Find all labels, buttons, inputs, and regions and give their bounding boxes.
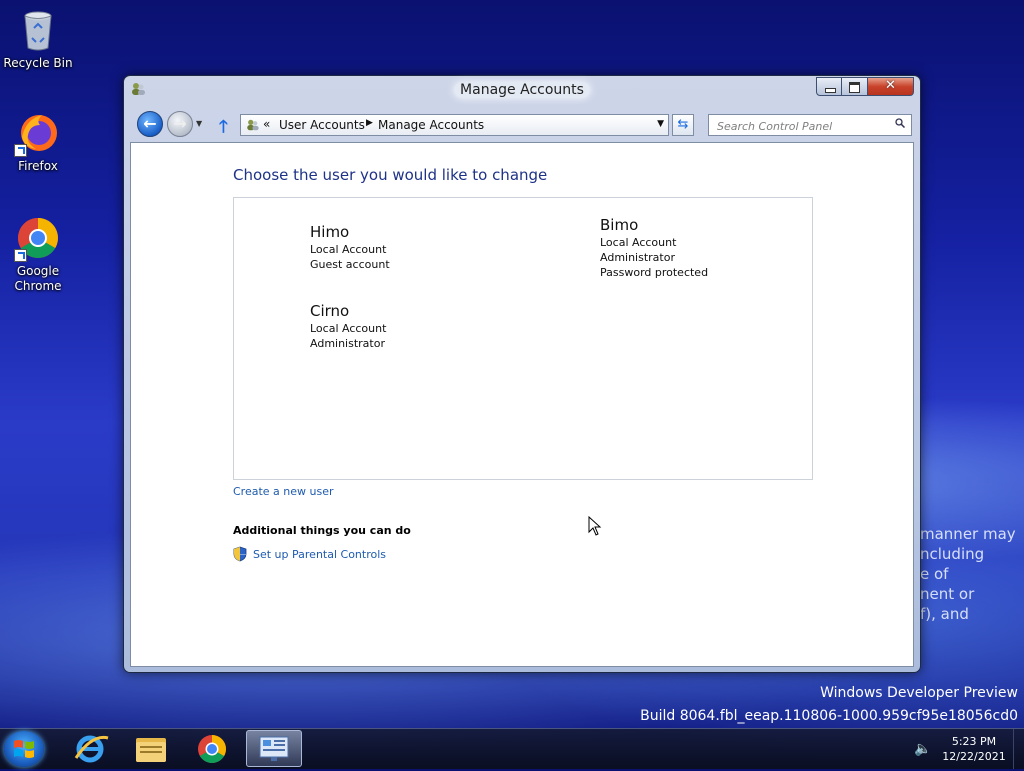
mouse-cursor-icon (588, 516, 602, 536)
additional-things-heading: Additional things you can do (233, 524, 411, 537)
user-accounts-icon (247, 119, 259, 131)
breadcrumb-overflow-chevron[interactable]: « (263, 117, 270, 131)
desktop-icon-firefox[interactable]: Firefox (0, 111, 76, 174)
account-tile-himo[interactable]: Himo Local Account Guest account (310, 222, 390, 272)
account-detail: Administrator (600, 251, 675, 264)
breadcrumb-manage-accounts[interactable]: Manage Accounts (378, 118, 484, 132)
account-detail: Guest account (310, 258, 390, 271)
taskbar-file-explorer[interactable] (122, 730, 178, 767)
arrow-left-icon: ← (143, 114, 157, 133)
clock-time: 5:23 PM (951, 735, 997, 748)
parental-controls-label: Set up Parental Controls (253, 548, 387, 561)
parental-controls-link[interactable]: Set up Parental Controls (233, 546, 386, 562)
account-name: Himo (310, 223, 350, 241)
maximize-button[interactable] (842, 77, 868, 96)
show-desktop-button[interactable] (1013, 729, 1024, 769)
close-icon: ✕ (885, 78, 896, 93)
close-button[interactable]: ✕ (868, 77, 914, 96)
arrow-right-icon: → (173, 114, 187, 133)
search-input[interactable] (715, 116, 889, 137)
watermark-title: Windows Developer Preview (820, 685, 1018, 701)
watermark-line: ncluding (920, 545, 985, 563)
window-controls: ✕ (816, 77, 914, 96)
forward-button[interactable]: → (167, 111, 193, 137)
taskbar-control-panel[interactable] (246, 730, 302, 767)
chrome-icon (198, 735, 226, 763)
clock[interactable]: 5:23 PM 12/22/2021 (938, 734, 1010, 764)
watermark-line: manner may (920, 525, 1016, 543)
breadcrumb-user-accounts[interactable]: User Accounts (279, 118, 365, 132)
refresh-button[interactable]: ⇆ (672, 114, 694, 136)
volume-icon[interactable]: 🔈 (914, 741, 931, 757)
address-dropdown-icon[interactable]: ▼ (657, 119, 664, 129)
account-detail: Local Account (310, 243, 387, 256)
chrome-icon (14, 216, 60, 262)
shortcut-arrow-icon (14, 249, 27, 262)
search-icon[interactable] (895, 118, 905, 128)
search-box[interactable] (708, 114, 912, 137)
firefox-icon (14, 111, 60, 157)
internet-explorer-icon (74, 735, 109, 763)
control-panel-icon (259, 736, 289, 761)
taskbar-internet-explorer[interactable] (62, 730, 118, 767)
minimize-button[interactable] (816, 77, 842, 96)
content-pane: Choose the user you would like to change… (130, 142, 914, 667)
manage-accounts-window: Manage Accounts ✕ ← → ▼ 🡑 « User Account… (123, 75, 921, 673)
shortcut-arrow-icon (14, 144, 27, 157)
account-name: Bimo (600, 216, 639, 234)
watermark-line: f), and (920, 605, 969, 623)
taskbar-google-chrome[interactable] (184, 730, 240, 767)
folder-icon (136, 738, 166, 762)
taskbar: 🔈 5:23 PM 12/22/2021 (0, 728, 1024, 769)
address-bar[interactable]: « User Accounts ▶ Manage Accounts ▼ (240, 114, 669, 136)
refresh-icon: ⇆ (677, 117, 689, 132)
desktop-watermark-text: manner may ncluding e of nent or f), and (920, 524, 1024, 624)
account-tile-cirno[interactable]: Cirno Local Account Administrator (310, 301, 386, 351)
navigation-bar: ← → ▼ 🡑 « User Accounts ▶ Manage Account… (124, 106, 920, 140)
window-title: Manage Accounts (124, 82, 920, 98)
account-detail: Local Account (600, 236, 677, 249)
watermark-line: nent or (920, 585, 975, 603)
recent-pages-dropdown[interactable]: ▼ (196, 119, 202, 128)
watermark-build: Build 8064.fbl_eeap.110806-1000.959cf95e… (640, 708, 1018, 724)
back-button[interactable]: ← (137, 111, 163, 137)
desktop-icon-google-chrome[interactable]: Google Chrome (0, 216, 76, 294)
create-new-user-link[interactable]: Create a new user (233, 485, 334, 498)
recycle-bin-icon (16, 8, 60, 52)
desktop-icon-recycle-bin[interactable]: Recycle Bin (0, 8, 76, 71)
uac-shield-icon (233, 546, 247, 562)
account-tile-bimo[interactable]: Bimo Local Account Administrator Passwor… (600, 215, 708, 280)
title-bar[interactable]: Manage Accounts ✕ (124, 76, 920, 106)
up-level-button[interactable]: 🡑 (219, 114, 228, 143)
account-detail: Administrator (310, 337, 385, 350)
clock-date: 12/22/2021 (942, 750, 1006, 763)
desktop-icon-label: Google Chrome (14, 264, 62, 293)
start-button[interactable] (4, 731, 44, 767)
breadcrumb-separator-icon[interactable]: ▶ (366, 118, 373, 128)
watermark-line: e of (920, 565, 949, 583)
desktop-icon-label: Firefox (18, 159, 58, 173)
page-title: Choose the user you would like to change (233, 166, 548, 184)
account-detail: Password protected (600, 266, 709, 279)
windows-logo-icon (14, 740, 34, 758)
account-detail: Local Account (310, 322, 387, 335)
desktop-icon-label: Recycle Bin (3, 56, 73, 70)
accounts-list: Himo Local Account Guest account Bimo Lo… (233, 197, 813, 480)
account-name: Cirno (310, 302, 350, 320)
